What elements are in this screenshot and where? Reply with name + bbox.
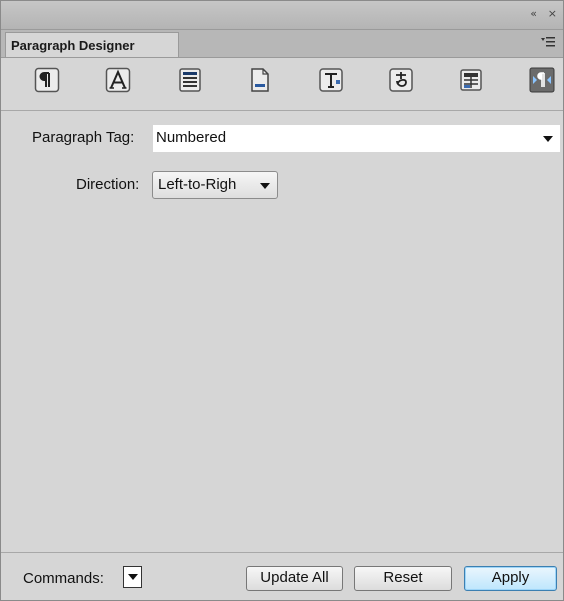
character-a-icon[interactable] — [105, 67, 131, 93]
update-all-button[interactable]: Update All — [246, 566, 343, 591]
table-cell-icon[interactable] — [458, 67, 484, 93]
paragraph-designer-panel: « × Paragraph Designer Paragraph Tag: Nu… — [0, 0, 564, 601]
reset-button[interactable]: Reset — [354, 566, 452, 591]
paragraph-direction-icon[interactable] — [529, 67, 555, 93]
text-frame-t-icon[interactable] — [318, 67, 344, 93]
panel-menu-icon[interactable] — [541, 36, 555, 48]
toolbar-divider — [1, 110, 563, 111]
paragraph-tag-combobox[interactable]: Numbered — [153, 125, 560, 152]
paragraph-tag-value: Numbered — [156, 129, 227, 146]
text-lines-icon[interactable] — [177, 67, 203, 93]
pilcrow-icon[interactable] — [34, 67, 60, 93]
commands-label: Commands: — [23, 570, 104, 587]
collapse-icon[interactable]: « — [530, 8, 537, 20]
chevron-down-icon[interactable] — [543, 136, 553, 142]
chevron-down-icon — [128, 574, 138, 580]
direction-label: Direction: — [76, 176, 140, 193]
footer-divider — [1, 552, 563, 553]
close-icon[interactable]: × — [548, 8, 557, 20]
page-number-icon[interactable] — [247, 67, 273, 93]
property-group-toolbar — [1, 58, 563, 110]
chevron-down-icon — [260, 183, 270, 189]
direction-select[interactable]: Left-to-Righ — [152, 171, 278, 199]
commands-dropdown[interactable] — [123, 566, 142, 588]
panel-titlebar: « × — [1, 1, 563, 30]
direction-value: Left-to-Righ — [158, 176, 237, 193]
apply-button[interactable]: Apply — [464, 566, 557, 591]
asian-character-icon[interactable] — [388, 67, 414, 93]
paragraph-tag-label: Paragraph Tag: — [32, 129, 135, 146]
tab-strip: Paragraph Designer — [1, 30, 563, 58]
tab-paragraph-designer[interactable]: Paragraph Designer — [5, 32, 179, 57]
